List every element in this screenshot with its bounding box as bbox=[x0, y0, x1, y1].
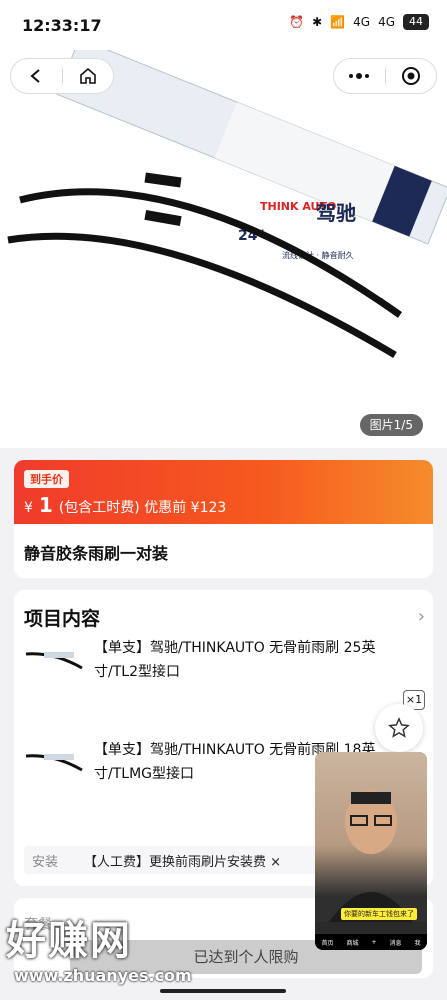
image-counter: 图片1/5 bbox=[359, 414, 423, 436]
install-value: 【人工费】更换前雨刷片安装费 × bbox=[84, 854, 282, 870]
back-button[interactable] bbox=[11, 58, 62, 94]
bluetooth-icon: ✱ bbox=[312, 15, 323, 29]
watermark-url: www.zhuanyes.com bbox=[14, 966, 192, 985]
price-banner: 到手价 ¥ 1 (包含工时费) 优惠前 ¥123 bbox=[14, 460, 433, 524]
product-image-gallery[interactable]: THINK AUTO 驾驰 24" 流线设计 · 静音耐久 bbox=[0, 37, 447, 448]
network-label-2: 4G bbox=[378, 15, 395, 29]
promo-tag: 到手价 bbox=[24, 470, 69, 488]
target-circle-icon bbox=[401, 67, 420, 85]
price-card: 到手价 ¥ 1 (包含工时费) 优惠前 ¥123 静音胶条雨刷一对装 bbox=[14, 460, 433, 578]
item-name: 【单支】驾驰/THINKAUTO 无骨前雨刷 25英寸/TL2型接口 bbox=[94, 640, 376, 680]
video-caption: 你要的新车工钱包来了 bbox=[341, 908, 417, 920]
price-amount: 1 bbox=[38, 493, 53, 517]
video-tabbar: 首页 商城 + 消息 我 bbox=[315, 934, 427, 950]
product-title: 静音胶条雨刷一对装 bbox=[24, 544, 169, 563]
wiper-thumbnail bbox=[25, 754, 83, 772]
alarm-icon: ⏰ bbox=[289, 15, 305, 29]
back-arrow-icon bbox=[30, 69, 40, 83]
price-row: ¥ 1 (包含工时费) 优惠前 ¥123 bbox=[24, 493, 226, 517]
more-button[interactable] bbox=[334, 58, 385, 94]
chevron-right-icon[interactable]: › bbox=[418, 606, 425, 627]
video-tab-add[interactable]: + bbox=[371, 939, 376, 946]
person-in-video bbox=[329, 790, 413, 922]
home-button[interactable] bbox=[62, 58, 113, 94]
video-frame bbox=[315, 752, 427, 922]
video-tab-me[interactable]: 我 bbox=[414, 938, 420, 947]
home-icon bbox=[79, 67, 96, 84]
status-icons: ⏰ ✱ 📶 4G 4G 44 bbox=[289, 14, 429, 30]
wiper-product-image: THINK AUTO 驾驰 24" 流线设计 · 静音耐久 bbox=[7, 37, 447, 359]
brand-cn-label: 驾驰 bbox=[316, 201, 356, 225]
status-time: 12:33:17 bbox=[22, 16, 102, 35]
more-dots-icon bbox=[349, 73, 370, 79]
network-label-1: 4G bbox=[353, 15, 371, 29]
home-indicator bbox=[160, 989, 286, 993]
status-bar: 12:33:17 ⏰ ✱ 📶 4G 4G 44 bbox=[0, 0, 447, 50]
wiper-thumbnail bbox=[25, 652, 83, 670]
wifi-icon: 📶 bbox=[330, 15, 346, 29]
watermark-text: 好赚网 bbox=[6, 918, 132, 964]
star-icon bbox=[388, 717, 410, 738]
price-currency: ¥ bbox=[24, 500, 33, 516]
price-note: (包含工时费) 优惠前 ¥123 bbox=[58, 500, 227, 516]
favorite-button[interactable] bbox=[375, 704, 423, 752]
section-title: 项目内容 bbox=[24, 608, 101, 630]
video-tab-messages[interactable]: 消息 bbox=[389, 938, 401, 947]
video-tab-home[interactable]: 首页 bbox=[321, 938, 333, 947]
nav-pill-left bbox=[10, 58, 114, 94]
install-label: 安装 bbox=[32, 854, 59, 870]
close-miniapp-button[interactable] bbox=[385, 58, 436, 94]
floating-video-window[interactable]: 你要的新车工钱包来了 首页 商城 + 消息 我 bbox=[315, 752, 427, 950]
battery-icon: 44 bbox=[403, 14, 429, 30]
video-tab-mall[interactable]: 商城 bbox=[346, 938, 358, 947]
nav-pill-right bbox=[333, 58, 437, 94]
